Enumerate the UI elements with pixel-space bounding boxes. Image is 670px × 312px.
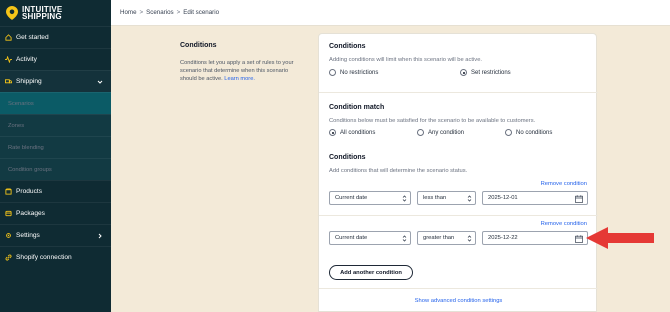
- description-body: Conditions let you apply a set of rules …: [180, 59, 300, 83]
- gear-icon: [6, 233, 11, 238]
- sidebar-item-label: Shopify connection: [16, 254, 72, 261]
- restrictions-subtitle: Adding conditions will limit when this s…: [329, 57, 483, 63]
- condition-operator-select[interactable]: less than: [417, 191, 476, 205]
- activity-icon: [5, 56, 12, 63]
- rules-subtitle: Add conditions that will determine the s…: [329, 168, 468, 174]
- rule-divider: [319, 215, 598, 216]
- sidebar-item-label: Packages: [16, 210, 45, 217]
- sidebar-item-shopify-connection[interactable]: Shopify connection: [0, 246, 111, 268]
- conditions-description: Conditions Conditions let you apply a se…: [180, 42, 300, 83]
- sidebar: INTUITIVE SHIPPING Get started Activity …: [0, 0, 111, 312]
- radio-label: No restrictions: [340, 69, 379, 76]
- match-subtitle: Conditions below must be satisfied for t…: [329, 118, 536, 124]
- sidebar-item-settings[interactable]: Settings: [0, 224, 111, 246]
- radio-button[interactable]: [505, 129, 512, 136]
- sidebar-item-get-started[interactable]: Get started: [0, 26, 111, 48]
- sidebar-item-shipping[interactable]: Shipping: [0, 70, 111, 92]
- annotation-arrow-icon: [586, 227, 654, 249]
- radio-button[interactable]: [329, 129, 336, 136]
- rules-heading: Conditions: [329, 154, 366, 161]
- breadcrumb-current: Edit scenario: [183, 9, 220, 16]
- radio-no-conditions[interactable]: No conditions: [505, 129, 552, 136]
- radio-button[interactable]: [460, 69, 467, 76]
- sidebar-item-label: Condition groups: [8, 166, 52, 173]
- radio-button[interactable]: [417, 129, 424, 136]
- sidebar-item-products[interactable]: Products: [0, 180, 111, 202]
- chevron-down-icon: [97, 80, 103, 84]
- condition-date-input[interactable]: 2025-12-22: [482, 231, 588, 245]
- chevron-updown-icon: [402, 235, 407, 242]
- chevron-updown-icon: [467, 235, 472, 242]
- condition-field-select[interactable]: Current date: [329, 231, 411, 245]
- conditions-card: Conditions Adding conditions will limit …: [318, 33, 598, 312]
- sidebar-item-label: Products: [16, 188, 43, 195]
- truck-icon: [5, 79, 12, 84]
- breadcrumb-home[interactable]: Home: [120, 9, 137, 16]
- radio-set-restrictions[interactable]: Set restrictions: [460, 69, 511, 76]
- chevron-updown-icon: [402, 195, 407, 202]
- home-icon: [5, 34, 12, 41]
- sidebar-item-label: Rate blending: [8, 144, 44, 151]
- section-divider: [319, 92, 598, 93]
- package-icon: [5, 210, 12, 217]
- date-value: 2025-12-22: [488, 235, 518, 241]
- sidebar-item-condition-groups[interactable]: Condition groups: [0, 158, 111, 180]
- remove-condition-link[interactable]: Remove condition: [541, 181, 587, 187]
- radio-no-restrictions[interactable]: No restrictions: [329, 69, 378, 76]
- radio-label: Set restrictions: [471, 69, 511, 76]
- radio-label: Any condition: [428, 129, 465, 136]
- condition-operator-select[interactable]: greater than: [417, 231, 476, 245]
- chevron-updown-icon: [467, 195, 472, 202]
- sidebar-item-label: Activity: [16, 56, 37, 63]
- section-divider: [319, 288, 598, 289]
- select-value: Current date: [335, 195, 368, 201]
- select-value: Current date: [335, 235, 368, 241]
- select-value: less than: [423, 195, 447, 201]
- breadcrumb-separator: >: [176, 9, 181, 16]
- link-icon: [5, 254, 12, 261]
- sidebar-item-label: Zones: [8, 122, 25, 129]
- location-pin-icon: [6, 6, 18, 20]
- restrictions-heading: Conditions: [329, 43, 366, 50]
- sidebar-item-label: Scenarios: [8, 100, 34, 107]
- sidebar-item-packages[interactable]: Packages: [0, 202, 111, 224]
- brand-line-2: SHIPPING: [22, 12, 62, 21]
- rules-section: Conditions Add conditions that will dete…: [329, 154, 588, 174]
- advanced-settings-link[interactable]: Show advanced condition settings: [319, 298, 598, 304]
- sidebar-item-scenarios[interactable]: Scenarios: [0, 92, 111, 114]
- radio-label: All conditions: [340, 129, 376, 136]
- breadcrumb: Home > Scenarios > Edit scenario: [111, 0, 670, 26]
- description-title: Conditions: [180, 42, 217, 49]
- breadcrumb-separator: >: [139, 9, 144, 16]
- restrictions-section: Conditions Adding conditions will limit …: [329, 43, 588, 81]
- radio-all-conditions[interactable]: All conditions: [329, 129, 375, 136]
- condition-field-select[interactable]: Current date: [329, 191, 411, 205]
- remove-condition-link[interactable]: Remove condition: [541, 221, 587, 227]
- sidebar-item-label: Settings: [16, 232, 40, 239]
- select-value: greater than: [423, 235, 455, 241]
- learn-more-link[interactable]: Learn more.: [224, 76, 255, 82]
- sidebar-item-label: Shipping: [16, 78, 42, 85]
- match-heading: Condition match: [329, 104, 385, 111]
- breadcrumb-scenarios[interactable]: Scenarios: [146, 9, 174, 16]
- match-section: Condition match Conditions below must be…: [329, 104, 588, 141]
- sidebar-item-activity[interactable]: Activity: [0, 48, 111, 70]
- radio-button[interactable]: [329, 69, 336, 76]
- brand-logo[interactable]: INTUITIVE SHIPPING: [0, 0, 111, 26]
- sidebar-item-label: Get started: [16, 34, 49, 41]
- sidebar-nav: Get started Activity Shipping Scenarios …: [0, 26, 111, 268]
- date-value: 2025-12-01: [488, 195, 518, 201]
- sidebar-item-zones[interactable]: Zones: [0, 114, 111, 136]
- radio-label: No conditions: [516, 129, 553, 136]
- sidebar-item-rate-blending[interactable]: Rate blending: [0, 136, 111, 158]
- radio-any-condition[interactable]: Any condition: [417, 129, 464, 136]
- calendar-icon[interactable]: [575, 195, 583, 203]
- add-condition-button[interactable]: Add another condition: [329, 265, 413, 280]
- calendar-icon[interactable]: [575, 235, 583, 243]
- chevron-right-icon: [98, 233, 102, 239]
- box-icon: [5, 188, 12, 195]
- condition-date-input[interactable]: 2025-12-01: [482, 191, 588, 205]
